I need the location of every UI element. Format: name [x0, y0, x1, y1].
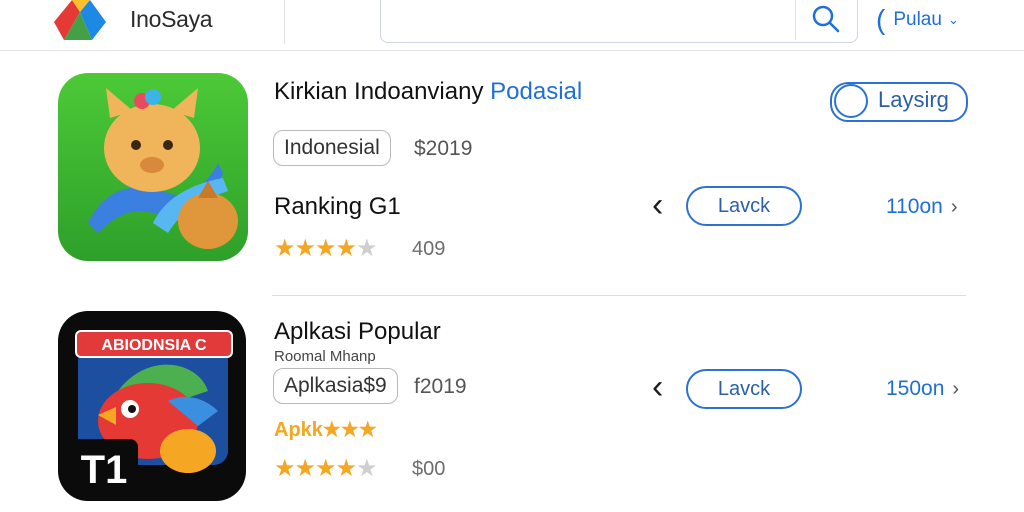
- app-size[interactable]: 150on ›: [886, 377, 959, 401]
- star-icon: ★: [294, 235, 316, 262]
- top-bar: InoSaya ( Pulau ⌄: [0, 0, 1024, 51]
- star-icon: ★: [274, 235, 295, 262]
- action-button[interactable]: Lavck: [686, 186, 802, 226]
- ranking-label: Ranking G1: [274, 193, 401, 220]
- get-button-label: Laysirg: [878, 87, 949, 112]
- icon-badge-text: T1: [81, 448, 128, 492]
- app-store-logo-icon[interactable]: [50, 0, 110, 42]
- red-bird-icon[interactable]: ABIODNSIA C T1: [58, 311, 246, 501]
- app-subtitle: Roomal Mhanp: [274, 348, 376, 365]
- chevron-left-icon[interactable]: ‹: [652, 368, 663, 407]
- row-divider: [272, 295, 966, 296]
- chevron-right-icon: ›: [950, 196, 958, 218]
- chevron-right-icon: ›: [952, 378, 960, 400]
- search-icon[interactable]: [809, 2, 843, 36]
- brand-name: InoSaya: [130, 6, 213, 32]
- star-icon: ★: [335, 235, 357, 262]
- search-box[interactable]: [380, 0, 858, 43]
- release-year: $2019: [414, 137, 473, 160]
- chevron-down-icon: ⌄: [947, 12, 959, 27]
- action-button[interactable]: Lavck: [686, 369, 802, 409]
- search-input[interactable]: [381, 0, 811, 40]
- app-size-value: 110on: [886, 195, 943, 218]
- app-title[interactable]: Kirkian Indoanviany Podasial: [274, 78, 582, 106]
- app-title-accent: Podasial: [490, 78, 583, 105]
- app-title[interactable]: Aplkasi Popular: [274, 318, 441, 346]
- chevron-left-icon[interactable]: ‹: [652, 186, 663, 225]
- get-button[interactable]: Laysirg: [830, 82, 968, 122]
- app-size-value: 150on: [886, 377, 945, 400]
- region-bracket-icon: (: [876, 4, 886, 35]
- header-divider: [284, 0, 285, 44]
- star-icon: ★: [315, 455, 336, 482]
- app-title-main: Kirkian Indoanviany: [274, 78, 491, 105]
- star-rating: ★★★★★: [274, 454, 378, 483]
- star-icon: ★: [294, 455, 316, 482]
- app-title-main: Aplkasi Popular: [274, 318, 441, 345]
- region-selector[interactable]: ( Pulau ⌄: [876, 4, 959, 36]
- rating-count: 409: [412, 238, 446, 260]
- circle-icon: [834, 84, 868, 118]
- star-empty-icon: ★: [356, 455, 377, 482]
- promo-label: Apkk★★★: [274, 419, 377, 441]
- rating-count: $00: [412, 458, 446, 480]
- star-icon: ★: [335, 455, 357, 482]
- app-size[interactable]: 110on ›: [886, 195, 958, 219]
- region-label: Pulau: [893, 9, 942, 30]
- search-divider: [795, 0, 796, 40]
- icon-banner-text: ABIODNSIA C: [101, 337, 207, 354]
- category-tag[interactable]: Indonesial: [273, 130, 391, 166]
- category-tag[interactable]: Aplkasia$9: [273, 368, 398, 404]
- star-icon: ★: [274, 455, 295, 482]
- release-year: f2019: [414, 375, 467, 398]
- fox-character-icon[interactable]: [58, 73, 248, 261]
- star-icon: ★: [315, 235, 336, 262]
- star-empty-icon: ★: [356, 235, 377, 262]
- star-rating: ★★★★★: [274, 234, 378, 263]
